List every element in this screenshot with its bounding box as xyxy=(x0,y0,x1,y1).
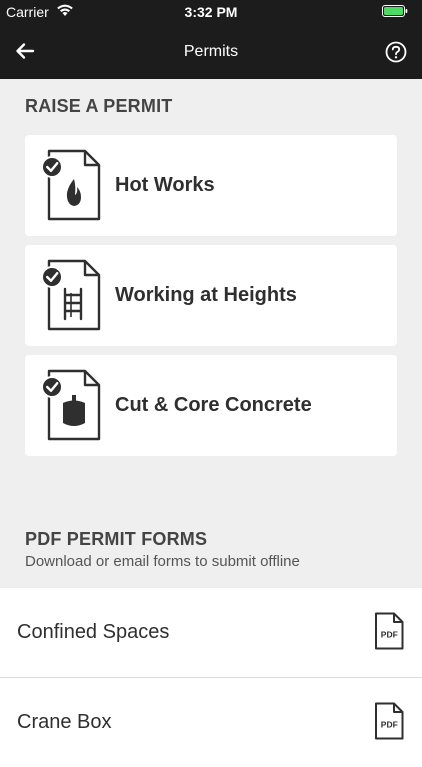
page-title: Permits xyxy=(183,43,239,60)
hot-works-icon xyxy=(41,149,101,221)
pdf-forms-heading: PDF PERMIT FORMS xyxy=(25,529,208,549)
pdf-file-icon[interactable]: PDF xyxy=(374,612,404,650)
help-icon[interactable] xyxy=(385,41,407,63)
pdf-file-icon[interactable]: PDF xyxy=(374,702,404,740)
permit-card-working-at-heights[interactable]: Working at Heights xyxy=(25,245,397,346)
status-time: 3:32 PM xyxy=(184,4,238,20)
pdf-form-confined-spaces[interactable]: Confined Spaces PDF xyxy=(0,588,422,677)
battery-icon xyxy=(382,5,408,17)
pdf-icon-text: PDF xyxy=(381,720,398,730)
nav-bar: Permits xyxy=(0,24,422,79)
pdf-form-label: Confined Spaces xyxy=(17,621,170,643)
pdf-icon-text: PDF xyxy=(381,630,398,640)
permit-card-label: Working at Heights xyxy=(115,284,297,306)
permit-card-label: Hot Works xyxy=(115,174,215,196)
permit-card-hot-works[interactable]: Hot Works xyxy=(25,135,397,236)
pdf-form-label: Crane Box xyxy=(17,711,112,733)
status-bar: Carrier 3:32 PM xyxy=(0,0,422,24)
pdf-forms-subtitle: Download or email forms to submit offlin… xyxy=(25,553,300,570)
permit-card-label: Cut & Core Concrete xyxy=(115,394,312,416)
concrete-icon xyxy=(41,369,101,441)
pdf-form-crane-box[interactable]: Crane Box PDF xyxy=(0,678,422,767)
raise-permit-heading: RAISE A PERMIT xyxy=(25,96,173,116)
permit-card-cut-core-concrete[interactable]: Cut & Core Concrete xyxy=(25,355,397,456)
ladder-icon xyxy=(41,259,101,331)
